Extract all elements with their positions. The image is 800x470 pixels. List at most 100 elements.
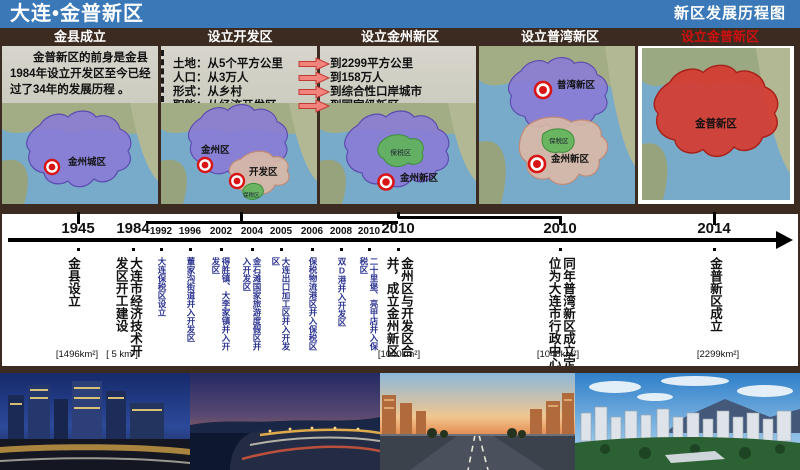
timeline-dot (559, 248, 562, 251)
facts-from-box: 土地：从5个平方公里 人口：从3万人 形式：从乡村 职能：从经济开发区 (161, 46, 317, 103)
page-title: 大连•金普新区 (10, 0, 144, 28)
panel-jinzhou-new: 到2299平方公里 到158万人 到综合性口岸城市 到国家级新区 保税区 金州新… (320, 46, 476, 204)
area-label-1048: [1048km²] (537, 349, 579, 360)
column-header-row: 金县成立 设立开发区 设立金州新区 设立普湾新区 设立金普新区 (0, 28, 800, 46)
right-arrow-icon (297, 99, 331, 113)
year-label: 1992 (150, 226, 172, 237)
transition-arrows (297, 46, 333, 126)
infographic-slide: 大连•金普新区 新区发展历程图 金县成立 设立开发区 设立金州新区 设立普湾新区… (0, 0, 800, 470)
event-2005: 大连出口加工区并入开发区 (271, 257, 291, 353)
event-2004: 金石滩国家旅游度假区并入开发区 (242, 257, 262, 353)
timeline-dot (311, 248, 314, 251)
event-1996: 董家沟街道并入开发区 (184, 257, 196, 353)
facts-to-box: 到2299平方公里 到158万人 到综合性口岸城市 到国家级新区 (320, 46, 476, 103)
map-label-jinpu: 金普新区 (694, 117, 737, 130)
event-1984: 大连市经济技术开发区开工建设 (112, 257, 142, 359)
separator-band (0, 366, 800, 373)
timeline-arrowhead-icon (776, 231, 793, 249)
fact-form: 形式：从乡村 (173, 83, 242, 97)
year-label: 2004 (241, 226, 263, 237)
column-header-puwan: 设立普湾新区 (480, 28, 640, 46)
map-label-jinzhou-new: 金州新区 (399, 172, 439, 184)
map-puwan-new-area: 普湾新区 保税区 金州新区 (479, 46, 635, 204)
photo-strip (0, 373, 800, 470)
year-label: 2008 (330, 226, 352, 237)
panel-puwan: 普湾新区 保税区 金州新区 (479, 46, 635, 204)
fact-to-population: 到158万人 (330, 69, 384, 83)
panel-jinpu: 金普新区 (638, 46, 794, 204)
map-label-jinzhou: 金州区 (200, 144, 230, 156)
photo-coastal-dusk (190, 373, 380, 470)
column-header-jinpu: 设立金普新区 (640, 28, 800, 46)
fact-land: 土地：从5个平方公里 (173, 55, 283, 69)
year-label: 1984 (116, 220, 149, 237)
map-label-jinzhou-city: 金州城区 (67, 156, 107, 168)
right-arrow-icon (297, 57, 331, 71)
map-label-kaifaqu: 开发区 (249, 166, 278, 178)
intro-note-text: 金普新区的前身是金县1984年设立开发区至今已经过了34年的发展历程 。 (2, 46, 158, 98)
year-label: 2006 (301, 226, 323, 237)
connector-bracket (146, 221, 398, 224)
map-jinzhou-city: 金州城区 (2, 103, 158, 204)
year-label: 2005 (270, 226, 292, 237)
timeline-dot (160, 248, 163, 251)
timeline-dot (77, 248, 80, 251)
timeline-dot (251, 248, 254, 251)
photo-sunset-avenue (380, 373, 575, 470)
event-2002: 得胜镇、大李家镇并入开发区 (211, 257, 231, 353)
photo-daytime-city (575, 373, 800, 470)
map-label-puwan: 普湾新区 (557, 79, 596, 91)
event-2010-jinzhou: 金州区与开发区合并，成立金州新区 (383, 257, 413, 359)
timeline-dot (132, 248, 135, 251)
map-label-jinzhou-new: 金州新区 (550, 153, 590, 165)
separator-band (0, 204, 800, 214)
map-label-baoshui: 保税区 (390, 148, 411, 157)
map-label-baoshui: 保税区 (549, 136, 569, 145)
panel-jinxian: 金普新区的前身是金县1984年设立开发区至今已经过了34年的发展历程 。 金州城… (2, 46, 158, 204)
connector-bracket (398, 216, 561, 219)
year-label: 2010 (358, 226, 380, 237)
event-2006: 保税物流港区并入保税区 (306, 257, 318, 353)
column-header-kaifaqu: 设立开发区 (160, 28, 320, 46)
column-header-jinzhou: 设立金州新区 (320, 28, 480, 46)
timeline-dot (713, 248, 716, 251)
area-label-5: [ 5 km²] (106, 349, 138, 360)
map-kaifaqu: 金州区 开发区 保税区 (161, 103, 317, 204)
photo-night-skyline (0, 373, 190, 470)
panel-kaifaqu: 土地：从5个平方公里 人口：从3万人 形式：从乡村 职能：从经济开发区 金州区 … (161, 46, 317, 204)
area-label-1040: [1040km²] (378, 349, 420, 360)
timeline-dot (280, 248, 283, 251)
event-2010-baoshui: 二十里堡、亮甲店并入保税区 (359, 257, 379, 353)
event-1945: 金县设立 (64, 257, 80, 359)
connector-tick (397, 212, 400, 218)
map-jinzhou-new-area: 保税区 金州新区 (320, 103, 476, 204)
year-label: 2014 (697, 220, 730, 237)
event-1992: 大连保税区设立 (155, 257, 167, 353)
fact-to-land: 到2299平方公里 (330, 55, 413, 69)
event-2014: 金普新区成立 (706, 257, 722, 359)
top-bar: 大连•金普新区 新区发展历程图 (0, 0, 800, 28)
timeline-dot (340, 248, 343, 251)
area-label-2299: [2299km²] (697, 349, 739, 360)
area-label-1496: [1496km²] (56, 349, 98, 360)
timeline-axis (8, 238, 778, 242)
dashed-divider (161, 50, 164, 102)
timeline-dot (397, 248, 400, 251)
timeline-dot (189, 248, 192, 251)
fact-to-form: 到综合性口岸城市 (330, 83, 422, 97)
connector-tick (240, 212, 243, 222)
year-label: 2010 (543, 220, 576, 237)
fact-population: 人口：从3万人 (173, 69, 248, 83)
year-label: 1945 (61, 220, 94, 237)
map-label-baoshui: 保税区 (243, 191, 260, 199)
column-header-jinxian: 金县成立 (0, 28, 160, 46)
right-arrow-icon (297, 85, 331, 99)
page-subtitle: 新区发展历程图 (674, 0, 786, 28)
year-label: 2002 (210, 226, 232, 237)
timeline-dot (220, 248, 223, 251)
event-2008: 双D港并入开发区 (335, 257, 347, 353)
year-label: 1996 (179, 226, 201, 237)
right-arrow-icon (297, 71, 331, 85)
intro-note-box: 金普新区的前身是金县1984年设立开发区至今已经过了34年的发展历程 。 (2, 46, 158, 103)
timeline-dot (368, 248, 371, 251)
